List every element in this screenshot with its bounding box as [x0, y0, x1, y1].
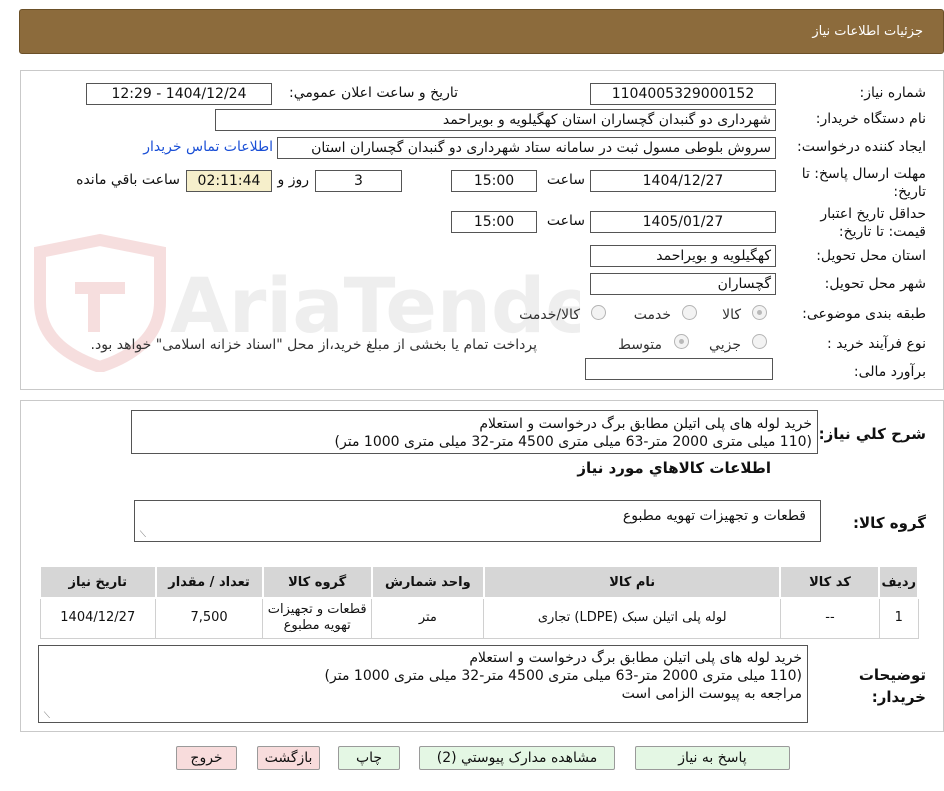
- page-title: جزئیات اطلاعات نیاز: [812, 24, 923, 39]
- summary-line-1: خرید لوله های پلی اتیلن مطابق برگ درخواس…: [479, 416, 812, 432]
- deadline-date-field: 1404/12/27: [590, 170, 776, 192]
- validity-date-field: 1405/01/27: [590, 211, 776, 233]
- category-option-goods: کالا: [722, 307, 741, 323]
- process-label: نوع فرآیند خرید :: [827, 336, 926, 352]
- remaining-time-field: 02:11:44: [186, 170, 272, 192]
- remaining-label: ساعت باقي مانده: [76, 172, 180, 188]
- reply-button[interactable]: پاسخ به نیاز: [635, 746, 790, 770]
- cell-name: لوله پلی اتیلن سبک (LDPE) تجاری: [483, 597, 781, 639]
- buyer-org-field: شهرداری دو گنبدان گچساران استان کهگیلویه…: [215, 109, 776, 131]
- col-unit: واحد شمارش: [370, 565, 485, 599]
- goods-table: ردیف کد کالا نام کالا واحد شمارش گروه کا…: [39, 565, 919, 639]
- process-radio-medium[interactable]: [674, 334, 689, 349]
- category-option-service: خدمت: [633, 307, 671, 323]
- deadline-time-field: 15:00: [451, 170, 537, 192]
- requester-field: سروش بلوطی مسول ثبت در سامانه ستاد شهردا…: [277, 137, 776, 159]
- category-option-both: کالا/خدمت: [519, 307, 580, 323]
- cell-code: --: [779, 597, 880, 639]
- summary-label: شرح کلي نیاز:: [818, 425, 926, 443]
- city-label: شهر محل تحویل:: [824, 276, 926, 292]
- col-qty: تعداد / مقدار: [154, 565, 264, 599]
- goods-group-textarea[interactable]: قطعات و تجهیزات تهویه مطبوع ⟋: [134, 500, 821, 542]
- province-field: کهگیلویه و بویراحمد: [590, 245, 776, 267]
- city-field: گچساران: [590, 273, 776, 295]
- category-radio-both[interactable]: [591, 305, 606, 320]
- process-note: پرداخت تمام یا بخشی از مبلغ خرید،از محل …: [90, 337, 537, 353]
- requester-label: ایجاد کننده درخواست:: [797, 139, 926, 155]
- print-button[interactable]: چاپ: [338, 746, 400, 770]
- buyer-org-label: نام دستگاه خریدار:: [815, 111, 926, 127]
- buyer-notes-line-1: خرید لوله های پلی اتیلن مطابق برگ درخواس…: [469, 650, 802, 666]
- col-group: گروه کالا: [261, 565, 373, 599]
- goods-info-title: اطلاعات کالاهاي مورد نیاز: [577, 459, 771, 477]
- buyer-notes-textarea[interactable]: خرید لوله های پلی اتیلن مطابق برگ درخواس…: [38, 645, 808, 723]
- col-row: ردیف: [878, 565, 919, 599]
- buyer-notes-label: توضیحات خریدار:: [858, 666, 926, 706]
- estimate-label: برآورد مالی:: [853, 364, 926, 380]
- goods-group-label: گروه کالا:: [853, 514, 926, 532]
- buyer-notes-line-2: (110 میلی متری 2000 متر-63 میلی متری 450…: [324, 668, 802, 684]
- summary-textarea[interactable]: خرید لوله های پلی اتیلن مطابق برگ درخواس…: [131, 410, 818, 454]
- resize-grip-icon: ⟋: [43, 711, 50, 721]
- attachments-button[interactable]: مشاهده مدارک پیوستي (2): [419, 746, 615, 770]
- days-label: روز و: [277, 172, 310, 188]
- deadline-days-field: 3: [315, 170, 402, 192]
- table-header-row: ردیف کد کالا نام کالا واحد شمارش گروه کا…: [39, 565, 919, 599]
- goods-group-value: قطعات و تجهیزات تهویه مطبوع: [622, 508, 806, 524]
- category-radio-service[interactable]: [682, 305, 697, 320]
- cell-unit: متر: [371, 597, 485, 639]
- process-option-minor: جزیي: [709, 337, 741, 353]
- estimate-field[interactable]: [585, 358, 773, 380]
- buyer-contact-link[interactable]: اطلاعات تماس خریدار: [143, 139, 273, 155]
- col-code: کد کالا: [779, 565, 881, 599]
- cell-row: 1: [878, 597, 919, 639]
- process-option-medium: متوسط: [618, 337, 662, 353]
- resize-grip-icon: ⟋: [139, 530, 146, 540]
- cell-qty: 7,500: [155, 597, 264, 639]
- category-label: طبقه بندی موضوعی:: [802, 306, 926, 322]
- need-number-field: 1104005329000152: [590, 83, 776, 105]
- cell-date: 1404/12/27: [39, 597, 157, 639]
- col-name: نام کالا: [482, 565, 782, 599]
- exit-button[interactable]: خروج: [176, 746, 237, 770]
- validity-label: حداقل تاریخ اعتبار قیمت: تا تاریخ:: [820, 206, 926, 240]
- validity-time-label: ساعت: [546, 213, 585, 229]
- deadline-time-label: ساعت: [546, 172, 585, 188]
- need-number-label: شماره نیاز:: [859, 85, 927, 101]
- table-row: 1 -- لوله پلی اتیلن سبک (LDPE) تجاری متر…: [39, 597, 919, 639]
- announce-datetime-field: 1404/12/24 - 12:29: [86, 83, 272, 105]
- process-radio-minor[interactable]: [752, 334, 767, 349]
- col-date: تاریخ نیاز: [39, 565, 157, 599]
- page-header: جزئیات اطلاعات نیاز: [19, 9, 944, 54]
- announce-datetime-label: تاریخ و ساعت اعلان عمومي:: [289, 85, 458, 101]
- validity-time-field: 15:00: [451, 211, 537, 233]
- buyer-notes-line-3: مراجعه به پیوست الزامی است: [621, 686, 802, 702]
- deadline-label: مهلت ارسال پاسخ: تا تاریخ:: [801, 166, 926, 200]
- summary-line-2: (110 میلی متری 2000 متر-63 میلی متری 450…: [334, 434, 812, 450]
- back-button[interactable]: بازگشت: [257, 746, 320, 770]
- cell-group: قطعات و تجهیزات تهویه مطبوع: [262, 597, 373, 639]
- category-radio-goods[interactable]: [752, 305, 767, 320]
- province-label: استان محل تحویل:: [816, 248, 926, 264]
